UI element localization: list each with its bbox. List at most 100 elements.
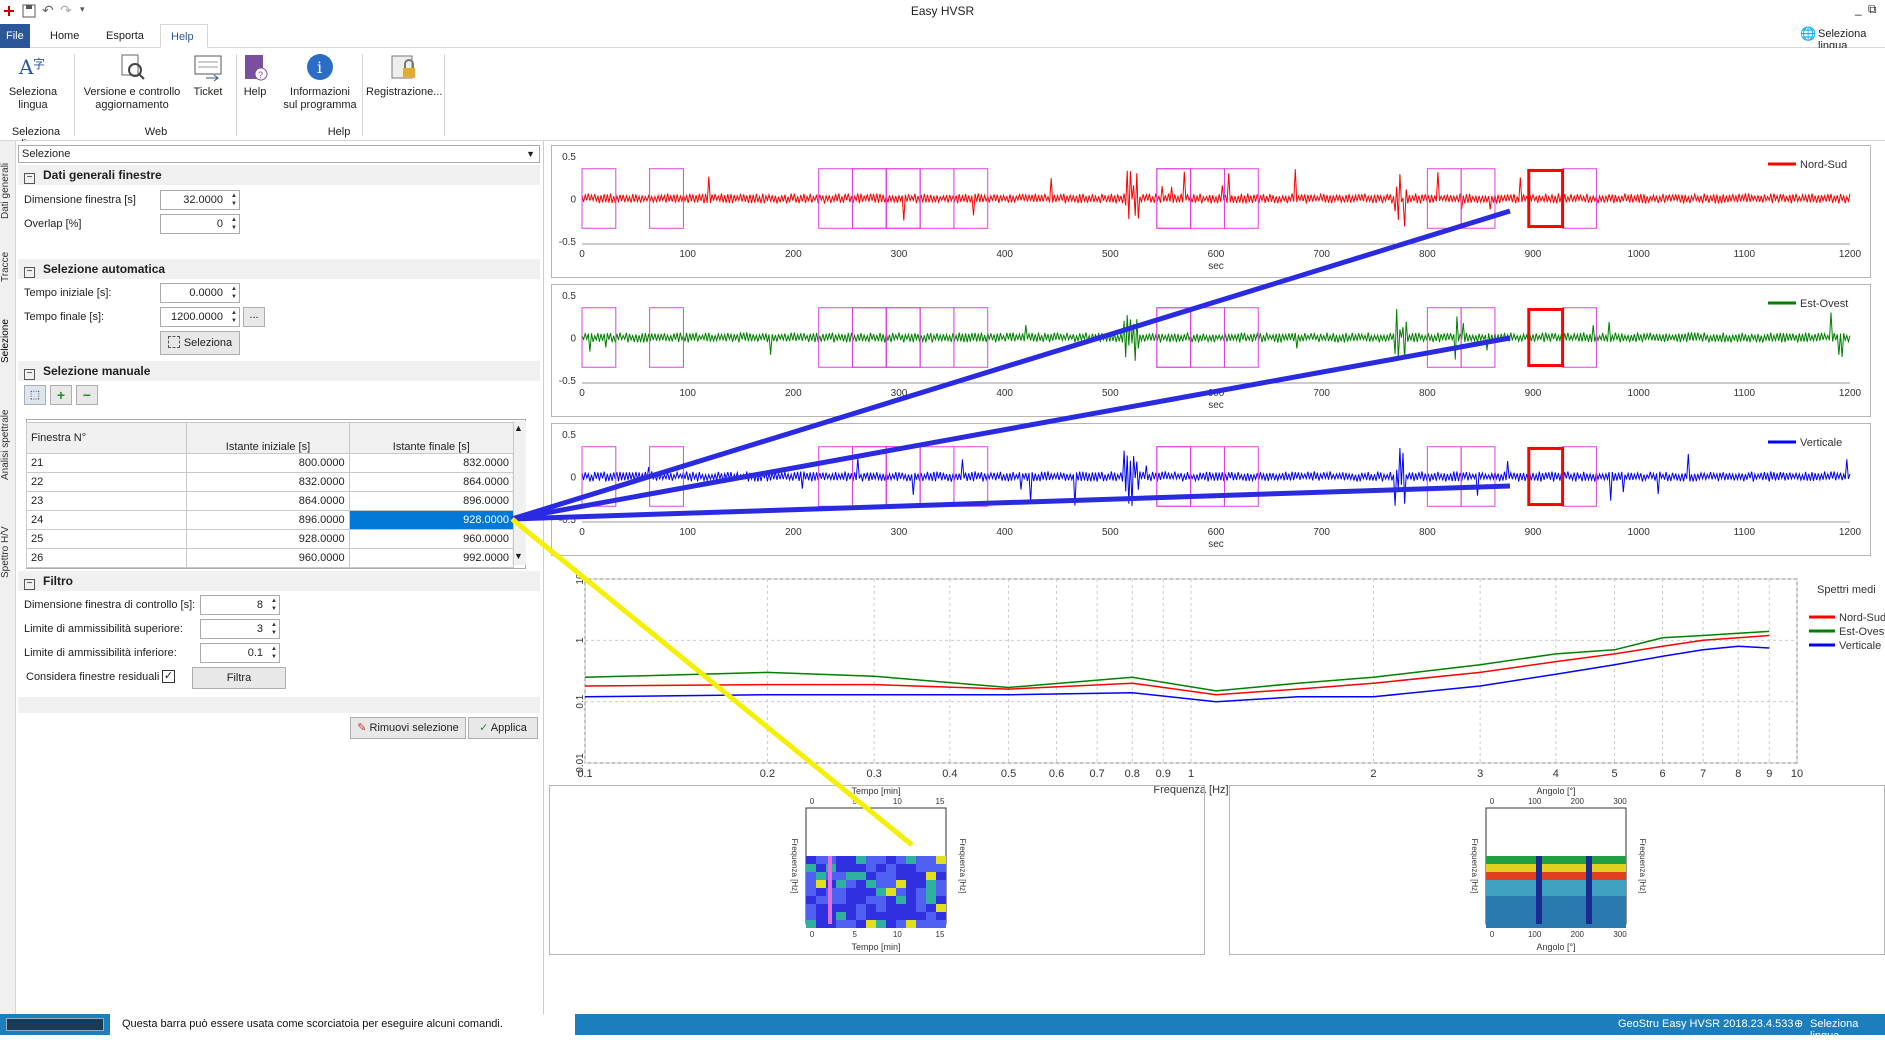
- spinner-icon[interactable]: ▲ ▼: [231, 192, 237, 208]
- ticket-button[interactable]: Ticket: [188, 52, 228, 99]
- side-tab-dati-generali[interactable]: Dati generali: [0, 151, 16, 231]
- table-row[interactable]: 25 928.0000 960.0000: [25, 529, 515, 549]
- column-header[interactable]: Istante iniziale [s]: [186, 422, 350, 454]
- start-time-input[interactable]: 0.0000 ▲ ▼: [160, 283, 240, 303]
- tab-help[interactable]: Help: [160, 24, 208, 48]
- trace-scale-handles[interactable]: [1872, 145, 1885, 565]
- heatmap-cell: [886, 888, 896, 896]
- table-cell[interactable]: 960.0000: [186, 548, 350, 568]
- remove-window-button[interactable]: −: [76, 385, 98, 405]
- trace-plot-ns[interactable]: 0.50-0.50 100 200 300 400 500 600 700 800 900 1000…: [552, 146, 1870, 277]
- manual-select-tool[interactable]: ⬚: [24, 385, 46, 405]
- x-tick-label: 800: [1419, 527, 1436, 538]
- select-language-button[interactable]: A字 Seleziona lingua: [2, 52, 64, 112]
- table-cell[interactable]: 23: [25, 491, 188, 511]
- side-tab-analisi-spettrale[interactable]: Analisi spettrale: [0, 385, 16, 505]
- help-button[interactable]: ? Help: [240, 52, 270, 99]
- spinner-icon[interactable]: ▲ ▼: [231, 309, 237, 325]
- spinner-icon[interactable]: ▲ ▼: [271, 621, 277, 637]
- time-frequency-plot[interactable]: Tempo [min] Tempo [min] 0 0 5 5 10 10 15 15 Freque…: [550, 786, 1204, 954]
- spinner-icon[interactable]: ▲ ▼: [231, 285, 237, 301]
- remove-selection-button[interactable]: ✎ Rimuovi selezione: [350, 717, 466, 739]
- upper-limit-input[interactable]: 3 ▲ ▼: [200, 619, 280, 639]
- section-manual[interactable]: − Selezione manuale: [18, 361, 540, 381]
- table-cell[interactable]: 864.0000: [348, 472, 515, 492]
- table-cell[interactable]: 992.0000: [348, 548, 515, 568]
- table-row[interactable]: 21 800.0000 832.0000: [25, 453, 515, 473]
- registration-button[interactable]: Registrazione...: [366, 52, 442, 99]
- residual-windows-checkbox[interactable]: ✓: [162, 670, 175, 683]
- window-size-input[interactable]: 32.0000 ▲ ▼: [160, 190, 240, 210]
- tab-file[interactable]: File: [0, 24, 30, 48]
- control-window-input[interactable]: 8 ▲ ▼: [200, 595, 280, 615]
- apply-button[interactable]: ✓ Applica: [468, 717, 538, 739]
- heatmap-cell: [816, 896, 826, 904]
- time-frequency-panel[interactable]: Tempo [min] Tempo [min] 0 0 5 5 10 10 15 15 Freque…: [549, 785, 1205, 955]
- tab-home[interactable]: Home: [40, 24, 89, 48]
- command-box[interactable]: [6, 1018, 104, 1031]
- table-cell[interactable]: 26: [25, 548, 188, 568]
- section-filter[interactable]: − Filtro: [18, 571, 540, 591]
- x-tick-label: 300: [891, 388, 908, 399]
- table-cell[interactable]: 896.0000: [348, 491, 515, 511]
- column-header[interactable]: Istante finale [s]: [348, 422, 515, 454]
- table-row[interactable]: 26 960.0000 992.0000: [25, 548, 515, 568]
- table-row[interactable]: 23 864.0000 896.0000: [25, 491, 515, 511]
- table-cell[interactable]: 800.0000: [186, 453, 350, 473]
- spinner-icon[interactable]: ▲ ▼: [231, 216, 237, 232]
- table-row[interactable]: 22 832.0000 864.0000: [25, 472, 515, 492]
- spinner-icon[interactable]: ▲ ▼: [271, 645, 277, 661]
- version-update-button[interactable]: Versione e controllo aggiornamento: [78, 52, 186, 112]
- filter-button[interactable]: Filtra: [192, 667, 286, 689]
- side-tab-selezione[interactable]: Selezione: [0, 301, 16, 381]
- table-cell-selected[interactable]: 928.0000: [348, 510, 515, 530]
- table-cell[interactable]: 960.0000: [348, 529, 515, 549]
- scroll-down-icon[interactable]: ▼: [514, 551, 523, 561]
- restore-icon[interactable]: ⧉: [1868, 2, 1877, 17]
- table-cell[interactable]: 22: [25, 472, 188, 492]
- heatmap-cell: [926, 912, 936, 920]
- trace-panel-ns[interactable]: 0.5 0 -0.5 0 100 200 300 400 500 600 700 800 900 1000…: [551, 145, 1871, 278]
- globe-language-icon[interactable]: 🌐: [1800, 26, 1816, 42]
- lower-limit-input[interactable]: 0.1 ▲ ▼: [200, 643, 280, 663]
- status-language[interactable]: Seleziona lingua: [1810, 1018, 1885, 1042]
- trace-plot-eo[interactable]: 0.50-0.50 100 200 300 400 500 600 700 800 900 1000…: [552, 285, 1870, 416]
- side-tab-tracce[interactable]: Tracce: [0, 237, 16, 297]
- table-cell[interactable]: 896.0000: [186, 510, 350, 530]
- trace-panel-v[interactable]: 0.5 0 -0.5 0 100 200 300 400 500 600 700 800 900 1000…: [551, 423, 1871, 556]
- column-header[interactable]: Finestra N°: [25, 422, 188, 454]
- table-cell[interactable]: 928.0000: [186, 529, 350, 549]
- overlap-input[interactable]: 0 ▲ ▼: [160, 214, 240, 234]
- mode-selector[interactable]: Selezione ▼: [18, 145, 540, 163]
- spinner-icon[interactable]: ▲ ▼: [271, 597, 277, 613]
- table-cell[interactable]: 864.0000: [186, 491, 350, 511]
- directivity-plot[interactable]: Angolo [°] Angolo [°] 0 0 100 100 200 200 300 300…: [1230, 786, 1884, 954]
- section-auto[interactable]: − Selezione automatica: [18, 259, 540, 279]
- add-window-button[interactable]: +: [50, 385, 72, 405]
- trace-plot-v[interactable]: 0.50-0.50 100 200 300 400 500 600 700 800 900 1000…: [552, 424, 1870, 555]
- table-cell[interactable]: 832.0000: [186, 472, 350, 492]
- collapse-icon: −: [24, 173, 35, 184]
- directivity-panel[interactable]: Angolo [°] Angolo [°] 0 0 100 100 200 200 300 300…: [1229, 785, 1885, 955]
- table-cell[interactable]: 25: [25, 529, 188, 549]
- tab-esporta[interactable]: Esporta: [96, 24, 154, 48]
- end-time-input[interactable]: 1200.0000 ▲ ▼: [160, 307, 240, 327]
- table-cell[interactable]: 21: [25, 453, 188, 473]
- status-hint: Questa barra può essere usata come scorc…: [110, 1014, 575, 1035]
- table-row-selected[interactable]: 24 896.0000 928.0000: [25, 510, 515, 530]
- table-cell[interactable]: 832.0000: [348, 453, 515, 473]
- heatmap-cell: [846, 864, 856, 872]
- scroll-up-icon[interactable]: ▲: [514, 423, 523, 433]
- heatmap-cell: [836, 888, 846, 896]
- x-tick-label: 400: [996, 388, 1013, 399]
- side-tab-spettro-hv[interactable]: Spettro H/V: [0, 507, 16, 597]
- section-general[interactable]: − Dati generali finestre: [18, 165, 540, 185]
- browse-button[interactable]: ...: [243, 307, 265, 327]
- heatmap-cell: [876, 864, 886, 872]
- minimize-icon[interactable]: _: [1855, 2, 1862, 16]
- auto-select-button[interactable]: Seleziona: [160, 331, 240, 355]
- about-button[interactable]: i Informazioni sul programma: [280, 52, 360, 112]
- table-cell[interactable]: 24: [25, 510, 188, 530]
- trace-panel-eo[interactable]: 0.5 0 -0.5 0 100 200 300 400 500 600 700 800 900 1000…: [551, 284, 1871, 417]
- table-scrollbar[interactable]: ▲ ▼: [512, 421, 526, 565]
